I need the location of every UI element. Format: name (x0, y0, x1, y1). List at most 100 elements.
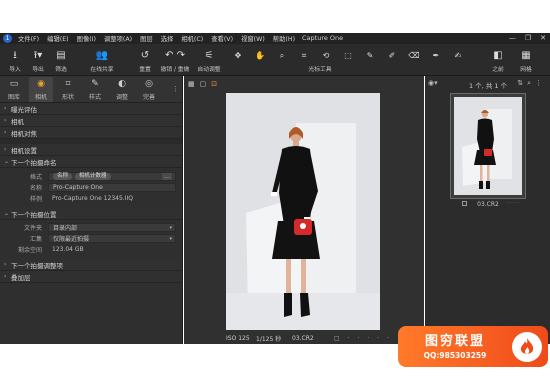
menu-adjustments[interactable]: 调整项(A) (104, 34, 132, 43)
auto-adjust-button[interactable]: ⚟ 自动调整 (194, 49, 224, 73)
grid-icon: ▦ (521, 50, 531, 61)
reset-button[interactable]: ↺ 重置 (136, 49, 154, 73)
search-icon[interactable]: ⌕ (527, 79, 535, 87)
keystone-tool-icon[interactable]: ⬚ (342, 51, 354, 61)
cursor-tools-label: 光标工具 (308, 67, 332, 73)
location-collection-select[interactable]: 仅限最近拍摄 ▾ (48, 234, 176, 243)
chevron-right-icon: › (4, 129, 7, 136)
filter-button[interactable]: ▤ 筛选 (52, 49, 70, 73)
thumbnail-frame[interactable] (450, 93, 526, 199)
menu-layers[interactable]: 图层 (140, 34, 153, 43)
section-next-capture-naming[interactable]: ⌄ 下一个拍摄命名 (0, 156, 182, 168)
eraser-tool-icon[interactable]: ⌫ (408, 51, 420, 61)
eye-icon[interactable]: ◉▾ (428, 79, 438, 87)
import-icon: ⭳ (13, 50, 17, 61)
sort-icon[interactable]: ⇅ (517, 79, 527, 87)
thumbnail-photo (454, 97, 522, 195)
naming-format-row: 格式 名称 相机计数器 … (0, 171, 182, 182)
menu-window[interactable]: 视窗(W) (241, 34, 265, 43)
image-browser: ◉▾ 1 个, 共 1 个 ⇅⌕⋮ 03.CR2 ····· (425, 76, 550, 344)
filter-icon: ▤ (56, 50, 66, 61)
thumbnail-filename: 03.CR2 (477, 201, 499, 208)
tab-camera[interactable]: ◉ 相机 (29, 77, 53, 102)
close-icon[interactable]: ✕ (540, 34, 546, 42)
select-checkbox[interactable] (462, 201, 467, 206)
menu-image[interactable]: 图像(I) (77, 34, 96, 43)
menu-file[interactable]: 文件(F) (18, 34, 39, 43)
tab-style[interactable]: ✎ 样式 (83, 77, 107, 102)
menu-camera[interactable]: 相机(C) (181, 34, 203, 43)
section-camera-settings[interactable]: › 相机设置 (0, 144, 182, 156)
tab-adjust[interactable]: ◐ 调整 (110, 77, 134, 102)
section-exposure-eval[interactable]: › 曝光评估 (0, 103, 182, 115)
exposure-warning-icon[interactable]: ⊡ (211, 80, 217, 88)
location-folder-row: 文件夹 目录内部 ▾ (0, 222, 182, 233)
magic-wand-icon: ⚟ (204, 50, 214, 61)
menu-select[interactable]: 选择 (161, 34, 174, 43)
watermark-badge: 图穷联盟 QQ:985303259 (398, 326, 548, 367)
tab-library[interactable]: ▭ 图库 (2, 77, 26, 102)
frame-icon[interactable]: ▢ (200, 80, 207, 88)
chevron-right-icon: › (4, 261, 7, 268)
pan-tool-icon[interactable]: ✥ (232, 51, 244, 61)
grid-button[interactable]: ▦ 网格 (516, 49, 536, 73)
before-icon: ◧ (493, 50, 503, 61)
refine-icon: ◎ (145, 79, 153, 89)
brush-tool-icon[interactable]: ✎ (364, 51, 376, 61)
maximize-icon[interactable]: ❐ (525, 34, 531, 42)
chevron-down-icon: ⌄ (4, 158, 10, 165)
location-free-space-row: 剩余空间 123.04 GB (0, 244, 182, 255)
rotate-tool-icon[interactable]: ⟲ (320, 51, 332, 61)
menu-view[interactable]: 查看(V) (211, 34, 233, 43)
undo-redo-button[interactable]: ↶ ↷ 撤销 / 重做 (158, 49, 192, 73)
section-overlay[interactable]: › 叠加层 (0, 271, 182, 283)
token-chip[interactable]: 相机计数器 (75, 173, 111, 180)
viewer-toolbar: ▦ ▢ ⊡ (184, 76, 424, 91)
window-title: Capture One (302, 34, 344, 42)
token-chip[interactable]: 名称 (53, 173, 73, 180)
crop-tool-icon[interactable]: ⌗ (298, 51, 310, 61)
grid-toggle-icon[interactable]: ▦ (188, 80, 195, 88)
dropdown-arrow-icon: ▾ (169, 224, 172, 231)
viewer-status-bar: ISO 125 1/125 秒 03.CR2 □ · · · · · (184, 332, 424, 344)
before-after-button[interactable]: ◧ 之前 (488, 49, 508, 73)
people-icon: 👥 (95, 50, 109, 61)
more-options-icon[interactable]: … (162, 173, 172, 180)
section-next-capture-adjustments[interactable]: › 下一个拍摄调整项 (0, 259, 182, 271)
naming-format-field[interactable]: 名称 相机计数器 … (48, 172, 176, 181)
loupe-tool-icon[interactable]: ⌕ (276, 51, 288, 61)
import-button[interactable]: ⭳ 导入 (6, 49, 24, 73)
tab-shape[interactable]: ⌗ 形状 (56, 77, 80, 102)
star-rating[interactable]: ····· (507, 200, 520, 206)
section-next-capture-location[interactable]: ⌄ 下一个拍摄位置 (0, 208, 182, 220)
camera-icon: ◉ (37, 79, 45, 89)
naming-name-field[interactable]: Pro-Capture One (48, 183, 176, 192)
minimize-icon[interactable]: — (509, 34, 516, 42)
heal-tool-icon[interactable]: ✐ (386, 51, 398, 61)
annotate-tool-icon[interactable]: ✍ (452, 51, 464, 61)
chevron-right-icon: › (4, 146, 7, 153)
section-camera[interactable]: › 相机 (0, 115, 182, 127)
menu-help[interactable]: 帮助(H) (273, 34, 295, 43)
tab-refine[interactable]: ◎ 完善 (137, 77, 161, 102)
location-folder-select[interactable]: 目录内部 ▾ (48, 223, 176, 232)
free-space-value: 123.04 GB (52, 246, 84, 253)
menu-icon[interactable]: ⋮ (535, 79, 546, 87)
watermark-text: 图穷联盟 QQ:985303259 (398, 334, 512, 360)
picker-tool-icon[interactable]: ✒ (430, 51, 442, 61)
undo-redo-icon: ↶ ↷ (165, 50, 185, 61)
main-toolbar: ⭳ 导入 ⭱▾ 导出 ▤ 筛选 👥 在线共享 ↺ 重置 ↶ ↷ 撤销 / 重做 … (0, 44, 550, 76)
dropdown-arrow-icon: ▾ (169, 235, 172, 242)
share-button[interactable]: 👥 在线共享 (86, 49, 118, 73)
menu-edit[interactable]: 编辑(E) (47, 34, 69, 43)
viewer-filename: 03.CR2 (292, 334, 314, 342)
image-count: 1 个, 共 1 个 (469, 82, 508, 90)
export-button[interactable]: ⭱▾ 导出 (28, 49, 48, 73)
rating-dots[interactable]: □ · · · · · (334, 335, 392, 342)
reset-icon: ↺ (140, 50, 150, 61)
main-photo[interactable] (226, 93, 380, 330)
iso-value: ISO 125 (226, 334, 250, 342)
section-camera-focus[interactable]: › 相机对焦 (0, 127, 182, 139)
more-tabs-icon[interactable]: ⋮ (172, 85, 179, 93)
hand-tool-icon[interactable]: ✋ (254, 51, 266, 61)
